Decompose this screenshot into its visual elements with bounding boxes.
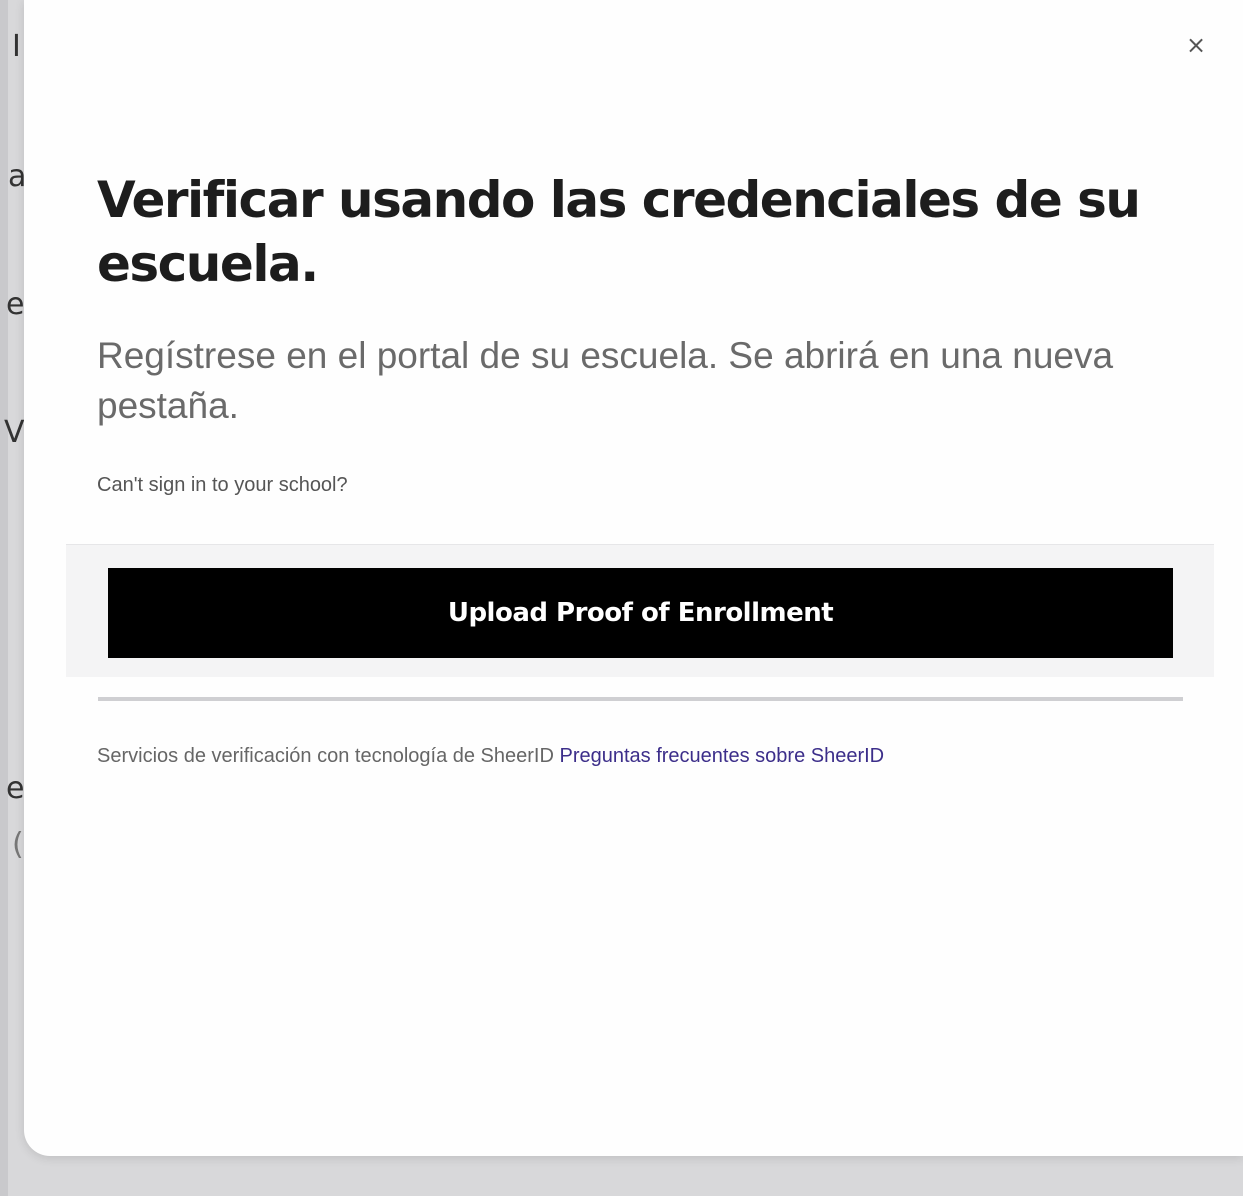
footer-text: Servicios de verificación con tecnología… xyxy=(97,745,554,767)
footer: Servicios de verificación con tecnología… xyxy=(97,745,884,768)
modal-subtitle: Regístrese en el portal de su escuela. S… xyxy=(97,335,1114,426)
verification-modal: × Verificar usando las credenciales de s… xyxy=(24,0,1243,1156)
backdrop-text-fragment: I xyxy=(12,29,21,64)
backdrop-text-fragment: V xyxy=(4,415,25,450)
cant-sign-in-link[interactable]: Can't sign in to your school? xyxy=(97,474,348,497)
sheerid-faq-link[interactable]: Preguntas frecuentes sobre SheerID xyxy=(559,745,884,767)
backdrop-text-fragment: e xyxy=(6,771,25,806)
divider xyxy=(98,697,1183,701)
modal-title: Verificar usando las credenciales de su … xyxy=(97,171,1141,293)
upload-panel: Upload Proof of Enrollment xyxy=(66,544,1214,677)
backdrop-text-fragment: e xyxy=(6,287,25,322)
backdrop-text-fragment: ( xyxy=(12,827,24,862)
upload-proof-button[interactable]: Upload Proof of Enrollment xyxy=(108,568,1173,658)
close-icon[interactable]: × xyxy=(1181,30,1211,60)
backdrop-edge xyxy=(0,0,8,1196)
